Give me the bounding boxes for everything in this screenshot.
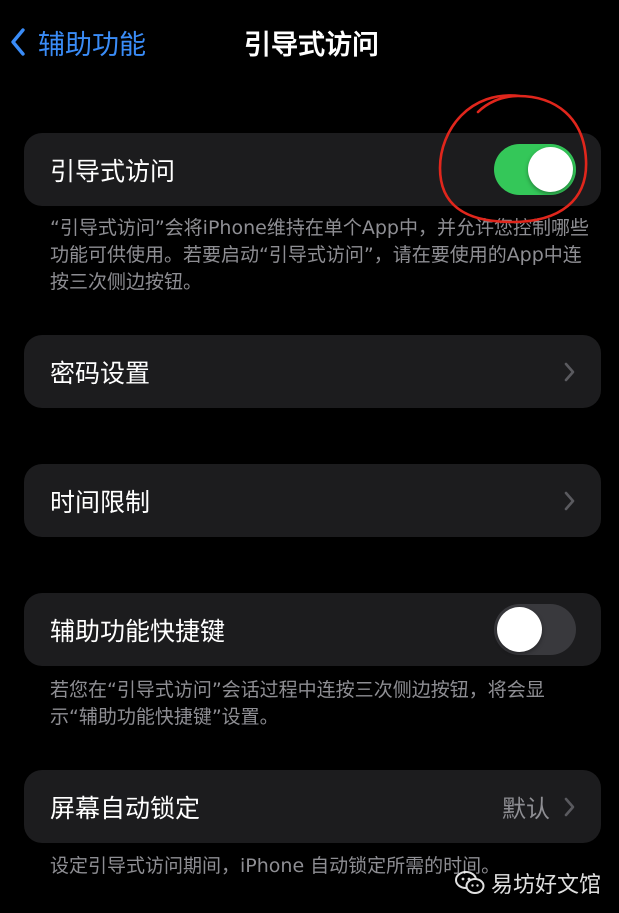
page-title-text: 引导式访问 (244, 29, 379, 61)
time-limits-row[interactable]: 时间限制 (24, 464, 601, 537)
chevron-right-icon (564, 362, 575, 382)
chevron-right-icon (564, 797, 575, 817)
auto-lock-label: 屏幕自动锁定 (50, 793, 201, 823)
passcode-settings-label: 密码设置 (50, 358, 151, 388)
accessibility-shortcut-description: 若您在“引导式访问”会话过程中连按三次侧边按钮，将会显示“辅助功能快捷键”设置。 (50, 679, 545, 728)
chevron-right-icon (564, 491, 575, 511)
guided-access-toggle[interactable] (494, 144, 576, 195)
wechat-icon (454, 871, 485, 894)
toggle-knob (528, 147, 573, 192)
auto-lock-row[interactable]: 屏幕自动锁定 默认 (24, 770, 601, 843)
accessibility-shortcut-row: 辅助功能快捷键 (24, 593, 601, 666)
guided-access-description: “引导式访问”会将iPhone维持在单个App中，并允许您控制哪些功能可供使用。… (50, 217, 589, 293)
passcode-settings-row[interactable]: 密码设置 (24, 335, 601, 408)
page-title: 引导式访问 (0, 20, 619, 64)
time-limits-label: 时间限制 (50, 487, 151, 517)
auto-lock-value: 默认 (502, 795, 550, 823)
accessibility-shortcut-toggle[interactable] (494, 604, 576, 655)
watermark-text: 易坊好文馆 (490, 873, 601, 898)
guided-access-row: 引导式访问 (24, 133, 601, 206)
toggle-knob (497, 607, 542, 652)
watermark: 易坊好文馆 (454, 867, 601, 899)
navigation-bar: 辅助功能 引导式访问 (0, 0, 619, 82)
